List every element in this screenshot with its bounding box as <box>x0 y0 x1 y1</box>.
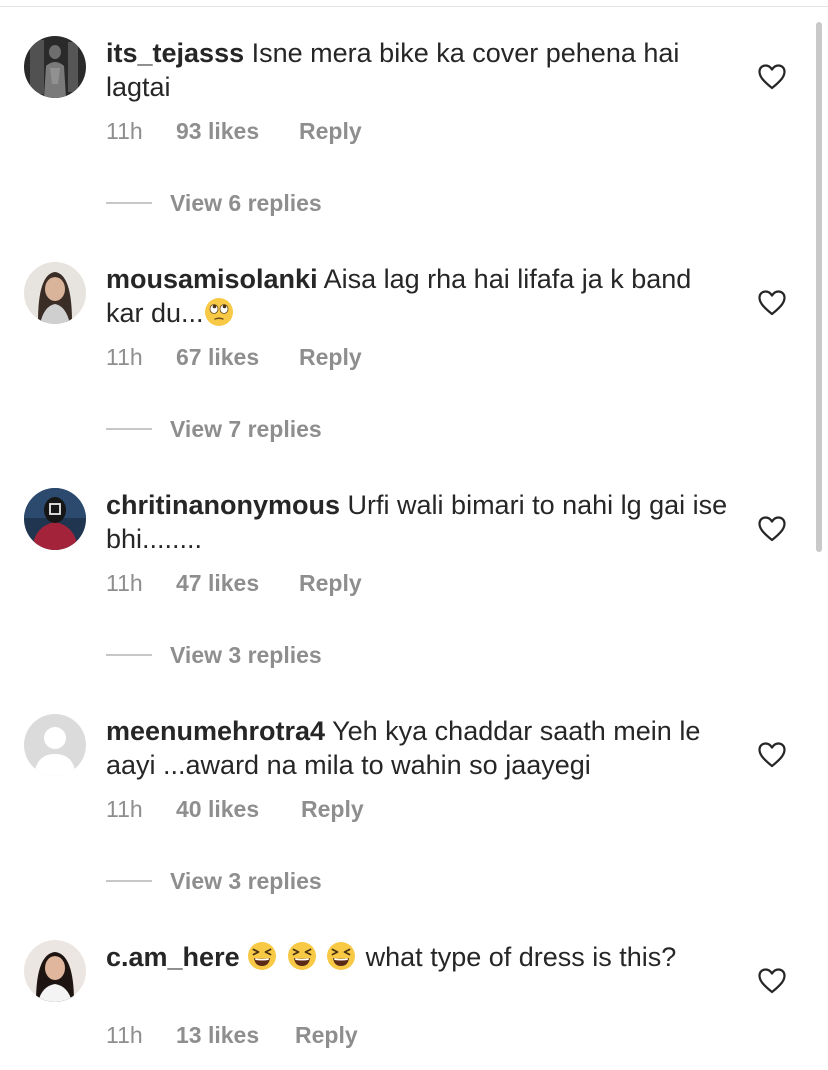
comment-likes[interactable]: 93 likes <box>176 116 259 146</box>
comment-username[interactable]: c.am_here <box>106 942 240 972</box>
comment-username[interactable]: its_tejasss <box>106 38 244 68</box>
reply-button[interactable]: Reply <box>301 794 364 824</box>
replies-divider-line <box>106 201 152 204</box>
grinning-squinting-face-icon <box>248 942 277 970</box>
comment-body: what type of dress is this? <box>365 942 677 972</box>
woman-photo-avatar-icon <box>24 940 86 1002</box>
view-replies-label: View 6 replies <box>170 190 322 216</box>
comment-text: c.am_here what type of dress is this? <box>106 940 736 974</box>
reply-button[interactable]: Reply <box>299 342 362 372</box>
view-replies-label: View 3 replies <box>170 642 322 668</box>
comment-text: its_tejasss Isne mera bike ka cover pehe… <box>106 36 736 104</box>
view-replies-button[interactable]: View 3 replies <box>106 640 322 670</box>
comment-text: chritinanonymous Urfi wali bimari to nah… <box>106 488 736 556</box>
grinning-squinting-face-icon <box>287 942 316 970</box>
comment-likes[interactable]: 67 likes <box>176 342 259 372</box>
view-replies-label: View 3 replies <box>170 868 322 894</box>
like-heart-icon[interactable] <box>758 290 786 316</box>
comment-likes[interactable]: 40 likes <box>176 794 259 824</box>
comment-likes[interactable]: 47 likes <box>176 568 259 598</box>
view-replies-label: View 7 replies <box>170 416 322 442</box>
default-user-avatar-icon <box>24 714 86 776</box>
comment-item: c.am_here what type of dress is this? 11… <box>0 940 828 1070</box>
comment-text: meenumehrotra4 Yeh kya chaddar saath mei… <box>106 714 736 782</box>
avatar[interactable] <box>24 714 86 776</box>
like-heart-icon[interactable] <box>758 742 786 768</box>
comment-time: 11h <box>106 118 143 144</box>
woman-photo-avatar-icon <box>24 262 86 324</box>
comment-item: mousamisolanki Aisa lag rha hai lifafa j… <box>0 262 828 488</box>
reply-button[interactable]: Reply <box>295 1020 358 1050</box>
like-heart-icon[interactable] <box>758 64 786 90</box>
avatar[interactable] <box>24 940 86 1002</box>
view-replies-button[interactable]: View 6 replies <box>106 188 322 218</box>
comment-username[interactable]: meenumehrotra4 <box>106 716 325 746</box>
comment-time: 11h <box>106 570 143 596</box>
masked-figure-avatar-icon <box>24 488 86 550</box>
scrollbar[interactable] <box>816 22 822 552</box>
comment-text: mousamisolanki Aisa lag rha hai lifafa j… <box>106 262 736 330</box>
avatar[interactable] <box>24 36 86 98</box>
top-divider <box>0 0 828 7</box>
comment-item: chritinanonymous Urfi wali bimari to nah… <box>0 488 828 714</box>
avatar[interactable] <box>24 488 86 550</box>
avatar[interactable] <box>24 262 86 324</box>
comment-time: 11h <box>106 344 143 370</box>
comment-username[interactable]: mousamisolanki <box>106 264 318 294</box>
comment-time: 11h <box>106 796 143 822</box>
replies-divider-line <box>106 879 152 882</box>
comment-item: its_tejasss Isne mera bike ka cover pehe… <box>0 36 828 262</box>
comment-time: 11h <box>106 1022 143 1048</box>
view-replies-button[interactable]: View 3 replies <box>106 866 322 896</box>
comment-username[interactable]: chritinanonymous <box>106 490 340 520</box>
face-with-rolling-eyes-icon <box>204 298 233 326</box>
replies-divider-line <box>106 427 152 430</box>
comment-item: meenumehrotra4 Yeh kya chaddar saath mei… <box>0 714 828 940</box>
like-heart-icon[interactable] <box>758 516 786 542</box>
reply-button[interactable]: Reply <box>299 568 362 598</box>
replies-divider-line <box>106 653 152 656</box>
like-heart-icon[interactable] <box>758 968 786 994</box>
comment-likes[interactable]: 13 likes <box>176 1020 259 1050</box>
view-replies-button[interactable]: View 7 replies <box>106 414 322 444</box>
reply-button[interactable]: Reply <box>299 116 362 146</box>
dark-photo-avatar-icon <box>24 36 86 98</box>
grinning-squinting-face-icon <box>327 942 356 970</box>
